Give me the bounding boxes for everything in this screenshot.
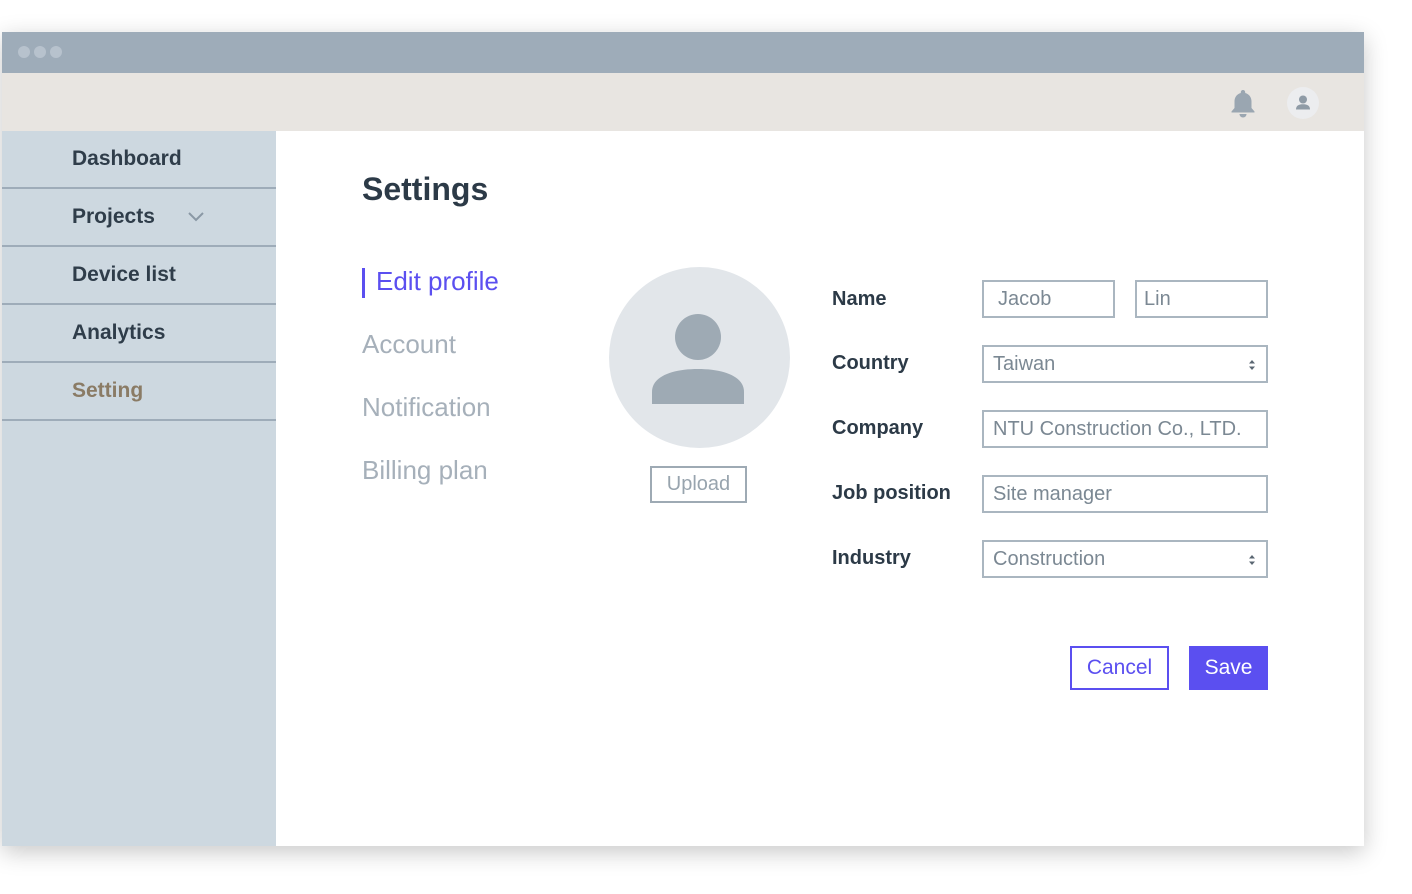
- user-placeholder-icon: [652, 314, 744, 404]
- sidebar-item-device-list[interactable]: Device list: [2, 247, 276, 305]
- industry-label: Industry: [832, 547, 911, 569]
- app-window: Dashboard Projects Device list Analytics…: [2, 32, 1364, 846]
- window-control-dot[interactable]: [18, 46, 30, 58]
- sidebar-item-label: Analytics: [72, 321, 166, 344]
- title-bar: [2, 32, 1364, 73]
- top-bar: [2, 73, 1364, 131]
- select-arrows-icon: [1249, 360, 1255, 370]
- user-avatar-icon[interactable]: [1287, 87, 1319, 119]
- job-position-field[interactable]: Site manager: [982, 475, 1268, 513]
- save-button[interactable]: Save: [1189, 646, 1268, 690]
- window-control-dot[interactable]: [50, 46, 62, 58]
- subnav-item-account[interactable]: Account: [362, 329, 499, 392]
- first-name-field[interactable]: Jacob: [982, 280, 1115, 318]
- chevron-down-icon[interactable]: [186, 209, 206, 223]
- settings-subnav: Edit profile Account Notification Billin…: [362, 266, 499, 518]
- country-label: Country: [832, 352, 909, 374]
- sidebar-item-label: Projects: [72, 205, 155, 228]
- job-position-label: Job position: [832, 482, 951, 504]
- cancel-button[interactable]: Cancel: [1070, 646, 1169, 690]
- sidebar-item-analytics[interactable]: Analytics: [2, 305, 276, 363]
- window-controls: [18, 46, 62, 58]
- profile-avatar: [609, 267, 790, 448]
- page-title: Settings: [362, 171, 489, 207]
- subnav-item-billing-plan[interactable]: Billing plan: [362, 455, 499, 518]
- bell-icon[interactable]: [1227, 87, 1259, 119]
- name-label: Name: [832, 288, 887, 310]
- country-value: Taiwan: [993, 352, 1056, 375]
- sidebar-item-dashboard[interactable]: Dashboard: [2, 131, 276, 189]
- country-select[interactable]: Taiwan: [982, 345, 1268, 383]
- subnav-item-notification[interactable]: Notification: [362, 392, 499, 455]
- sidebar-item-setting[interactable]: Setting: [2, 363, 276, 421]
- upload-button[interactable]: Upload: [650, 466, 747, 503]
- sidebar-item-label: Setting: [72, 379, 144, 402]
- sidebar: Dashboard Projects Device list Analytics…: [2, 131, 276, 846]
- sidebar-item-projects[interactable]: Projects: [2, 189, 276, 247]
- select-arrows-icon: [1249, 555, 1255, 565]
- subnav-item-edit-profile[interactable]: Edit profile: [362, 266, 499, 329]
- sidebar-item-label: Device list: [72, 263, 176, 286]
- industry-value: Construction: [993, 547, 1106, 570]
- company-field[interactable]: NTU Construction Co., LTD.: [982, 410, 1268, 448]
- window-control-dot[interactable]: [34, 46, 46, 58]
- company-label: Company: [832, 417, 924, 439]
- last-name-field[interactable]: Lin: [1135, 280, 1268, 318]
- main-content: Settings Edit profile Account Notificati…: [276, 131, 1364, 846]
- sidebar-item-label: Dashboard: [72, 147, 182, 170]
- industry-select[interactable]: Construction: [982, 540, 1268, 578]
